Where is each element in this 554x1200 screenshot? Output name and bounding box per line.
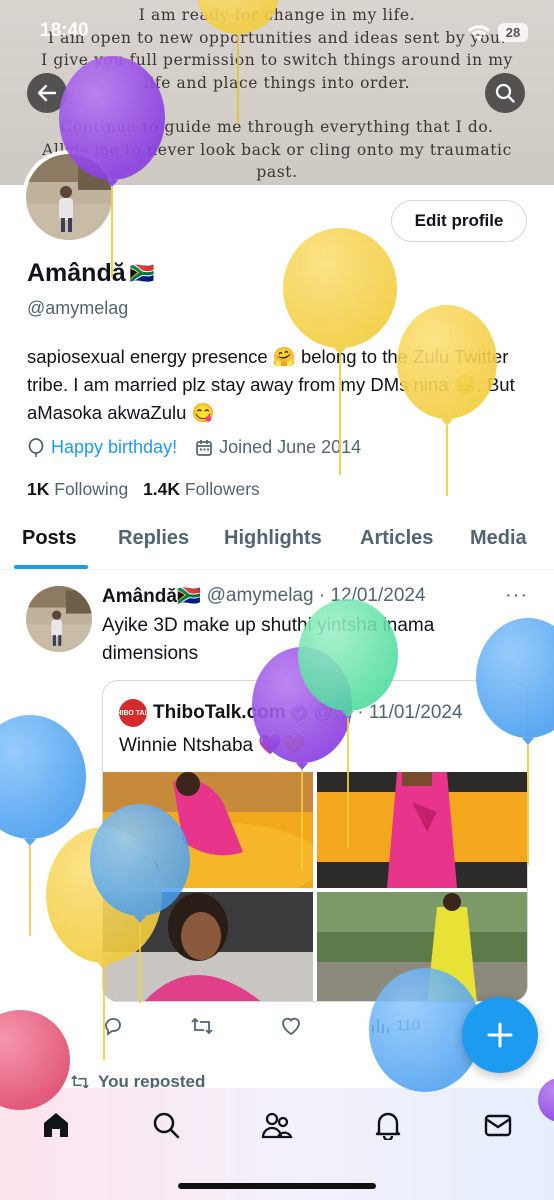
balloon-icon: [28, 437, 44, 457]
home-icon: [44, 1113, 68, 1137]
reply-icon: [105, 1018, 121, 1036]
status-time: 18:40: [40, 20, 89, 41]
post-text: Ayike 3D make up shuthi yintsha inama di…: [102, 615, 435, 664]
views-count: 110: [396, 1016, 420, 1034]
verified-badge-icon: [290, 705, 307, 721]
compose-button[interactable]: [462, 997, 538, 1073]
banner-line: life and place things into order.: [143, 73, 411, 92]
mail-icon: [484, 1114, 512, 1137]
reply-button[interactable]: [102, 1015, 124, 1037]
quote-text: Winnie Ntshaba 💜💛: [119, 735, 306, 756]
more-options-button[interactable]: ···: [505, 584, 528, 607]
avatar-photo: [26, 154, 112, 240]
search-icon: [495, 83, 515, 103]
quoted-post[interactable]: THIBO TALK ThiboTalk.com @… · 11/01/2024…: [102, 680, 528, 1002]
nav-home[interactable]: [39, 1108, 73, 1142]
tab-replies[interactable]: Replies: [118, 527, 189, 550]
tab-articles[interactable]: Articles: [360, 527, 433, 550]
profile-screen: { "status_bar": {"time": "18:40", "batte…: [0, 0, 554, 1200]
search-icon: [153, 1112, 180, 1139]
repost-icon: [191, 1017, 213, 1035]
views-button[interactable]: 110: [370, 1015, 420, 1035]
followers-link[interactable]: 1.4K Followers: [143, 479, 260, 499]
post-author-handle: @amymelag · 12/01/2024: [206, 585, 426, 606]
quote-image-4[interactable]: [317, 892, 527, 1001]
balloon-blue-left: [0, 715, 86, 936]
quote-image-2[interactable]: [317, 772, 527, 888]
followers-count: 1.4K: [143, 479, 181, 499]
repost-button[interactable]: [190, 1015, 214, 1037]
thibotalk-logo: THIBO TALK: [112, 699, 154, 727]
following-count: 1K: [27, 479, 50, 499]
views-icon: [372, 1019, 389, 1033]
profile-avatar[interactable]: [22, 150, 116, 244]
status-bar: 18:40 28: [0, 0, 554, 60]
profile-bio: sapiosexual energy presence 🤗 belong to …: [27, 346, 515, 423]
followers-label: Followers: [184, 479, 260, 499]
avatar-photo: [26, 586, 92, 652]
nav-messages[interactable]: [481, 1108, 515, 1142]
quote-handle-date: @… · 11/01/2024: [313, 702, 463, 723]
plus-icon: [487, 1022, 513, 1048]
bell-icon: [375, 1112, 401, 1140]
back-button[interactable]: [27, 73, 67, 113]
nav-notifications[interactable]: [371, 1108, 405, 1142]
flag-emoji: 🇿🇦: [129, 263, 155, 285]
banner-line: Continue to guide me through everything …: [60, 118, 494, 136]
post-author-name[interactable]: Amândă🇿🇦: [102, 584, 201, 608]
quote-image-1[interactable]: [103, 772, 313, 888]
birthday-link[interactable]: Happy birthday!: [51, 437, 177, 458]
following-link[interactable]: 1K Following: [27, 479, 128, 499]
display-name: Amândă: [27, 259, 126, 287]
heart-icon: [282, 1017, 300, 1036]
edit-profile-button[interactable]: Edit profile: [391, 200, 527, 242]
tab-media[interactable]: Media: [470, 527, 527, 550]
nav-search[interactable]: [149, 1108, 183, 1142]
tab-posts[interactable]: Posts: [22, 527, 76, 550]
wifi-icon: [467, 24, 491, 47]
arrow-left-icon: [37, 84, 57, 102]
post-avatar[interactable]: [26, 586, 92, 652]
nav-communities[interactable]: [260, 1108, 294, 1142]
calendar-icon: [196, 439, 212, 456]
tab-highlights[interactable]: Highlights: [224, 527, 322, 550]
quote-header: THIBO TALK ThiboTalk.com @… · 11/01/2024: [112, 699, 463, 727]
active-tab-indicator: [14, 565, 88, 569]
profile-handle: @amymelag: [27, 298, 129, 318]
profile-name: Amândă 🇿🇦: [27, 259, 155, 288]
search-button[interactable]: [485, 73, 525, 113]
quote-image-3[interactable]: [103, 892, 313, 1001]
quote-author-name: ThiboTalk.com: [153, 702, 286, 723]
joined-date: Joined June 2014: [219, 437, 362, 457]
post-header: Amândă🇿🇦 @amymelag · 12/01/2024: [102, 584, 426, 608]
like-button[interactable]: [280, 1015, 302, 1037]
profile-meta: Happy birthday! Joined June 2014: [27, 437, 361, 458]
home-indicator: [178, 1183, 376, 1189]
communities-icon: [261, 1112, 293, 1139]
following-label: Following: [54, 479, 129, 499]
battery-indicator: 28: [498, 23, 528, 42]
profile-tabs: Posts Replies Highlights Articles Media: [0, 515, 554, 570]
follow-stats: 1K Following 1.4K Followers: [27, 479, 260, 500]
